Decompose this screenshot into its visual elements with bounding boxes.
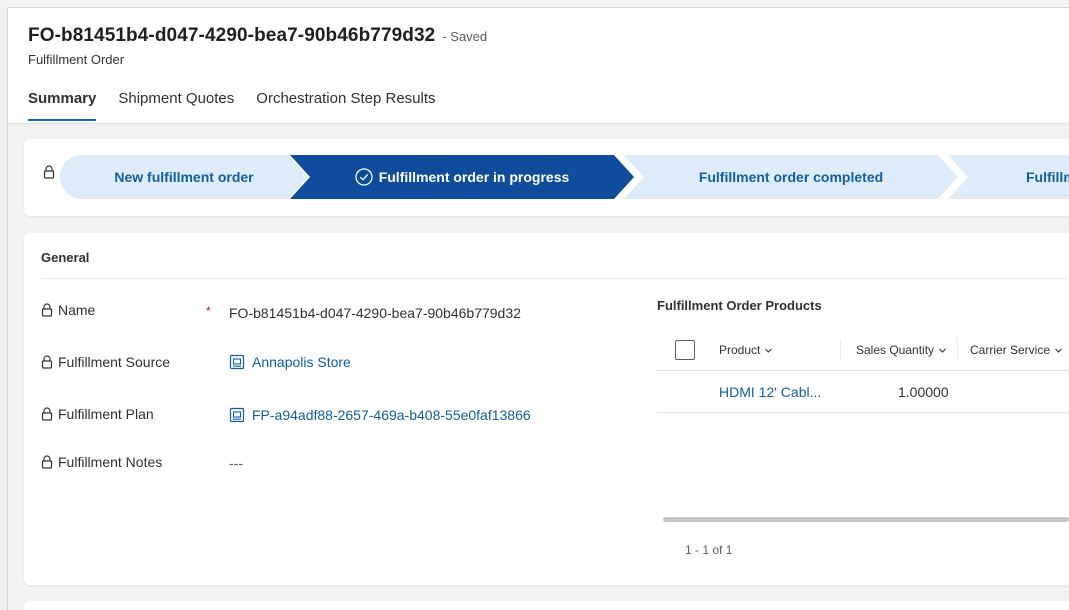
field-label-text: Name xyxy=(58,302,96,318)
fulfillment-plan-link[interactable]: FP-a94adf88-2657-469a-b408-55e0faf13866 xyxy=(229,407,531,423)
stage-fulfillment-order-completed[interactable]: Fulfillment order completed xyxy=(624,155,958,199)
column-separator xyxy=(840,339,841,361)
column-header-label: Sales Quantity xyxy=(856,343,935,357)
field-label-text: Fulfillment Plan xyxy=(58,406,154,422)
link-text: Annapolis Store xyxy=(252,354,351,370)
stage-fulfillment-order-in-progress[interactable]: Fulfillment order in progress xyxy=(290,155,634,199)
stage-label: Fulfillment order in progress xyxy=(378,169,570,185)
entity-record-icon xyxy=(229,407,245,423)
field-label-fulfillment-plan: Fulfillment Plan xyxy=(41,406,154,422)
entity-name: Fulfillment Order xyxy=(28,52,125,67)
next-section-card xyxy=(24,601,1069,610)
sales-quantity-cell: 1.00000 xyxy=(898,384,949,400)
lock-icon xyxy=(43,165,55,179)
chevron-down-icon xyxy=(939,348,946,353)
column-header-product[interactable]: Product xyxy=(719,343,773,357)
record-title: FO-b81451b4-d047-4290-bea7-90b46b779d32 xyxy=(28,25,436,46)
fulfillment-source-link[interactable]: Annapolis Store xyxy=(229,354,351,370)
required-indicator: * xyxy=(206,304,211,318)
product-link[interactable]: HDMI 12' Cabl... xyxy=(719,384,821,400)
tab-list: Summary Shipment Quotes Orchestration St… xyxy=(28,90,458,126)
chevron-down-icon xyxy=(765,348,773,353)
chevron-down-icon xyxy=(1055,348,1062,353)
record-header: FO-b81451b4-d047-4290-bea7-90b46b779d32 … xyxy=(8,8,1069,124)
field-label-name: Name xyxy=(41,302,95,318)
tab-summary[interactable]: Summary xyxy=(28,90,97,121)
column-header-sales-quantity[interactable]: Sales Quantity xyxy=(856,343,947,357)
stage-label: Fulfillment order completed xyxy=(698,169,884,185)
title-row: FO-b81451b4-d047-4290-bea7-90b46b779d32 … xyxy=(28,25,487,47)
grid-pager: 1 - 1 of 1 xyxy=(685,543,733,557)
stage-label: Fulfillm xyxy=(1026,169,1069,185)
field-label-fulfillment-notes: Fulfillment Notes xyxy=(41,454,162,470)
column-header-carrier-service[interactable]: Carrier Service xyxy=(970,343,1063,357)
link-text: FP-a94adf88-2657-469a-b408-55e0faf13866 xyxy=(252,407,531,423)
column-separator xyxy=(957,339,958,361)
field-label-fulfillment-source: Fulfillment Source xyxy=(41,354,170,370)
select-all-checkbox[interactable] xyxy=(675,340,695,360)
entity-record-icon xyxy=(229,354,245,370)
horizontal-scrollbar[interactable] xyxy=(663,517,1069,522)
lock-icon xyxy=(41,303,53,317)
stage-fulfillment-next[interactable]: Fulfillm xyxy=(948,155,1069,199)
section-title: General xyxy=(41,250,90,265)
column-header-label: Product xyxy=(719,343,761,357)
business-process-bar: New fulfillment order Fulfillment order … xyxy=(24,139,1069,216)
column-header-label: Carrier Service xyxy=(970,343,1051,357)
table-row[interactable]: HDMI 12' Cabl... 1.00000 xyxy=(657,371,1069,413)
lock-icon xyxy=(41,355,53,369)
field-label-text: Fulfillment Source xyxy=(58,354,171,370)
stage-new-fulfillment-order[interactable]: New fulfillment order xyxy=(60,155,308,199)
stage-label-wrapper: Fulfillment order in progress xyxy=(355,168,570,186)
section-divider xyxy=(41,278,1069,279)
fulfillment-notes-field[interactable]: --- xyxy=(229,455,243,471)
name-field[interactable]: FO-b81451b4-d047-4290-bea7-90b46b779d32 xyxy=(229,305,521,321)
lock-icon xyxy=(41,407,53,421)
general-section: General Name * FO-b81451b4-d047-4290-bea… xyxy=(24,233,1069,585)
field-label-text: Fulfillment Notes xyxy=(58,454,163,470)
tab-shipment-quotes[interactable]: Shipment Quotes xyxy=(118,90,234,120)
lock-icon xyxy=(41,455,53,469)
subgrid-title: Fulfillment Order Products xyxy=(657,298,822,313)
tab-orchestration-step-results[interactable]: Orchestration Step Results xyxy=(256,90,435,120)
stage-label: New fulfillment order xyxy=(114,169,254,185)
grid-header: Product Sales Quantity Carrier Service xyxy=(657,329,1069,371)
check-circle-icon xyxy=(355,168,373,186)
saved-status: - Saved xyxy=(442,29,488,44)
